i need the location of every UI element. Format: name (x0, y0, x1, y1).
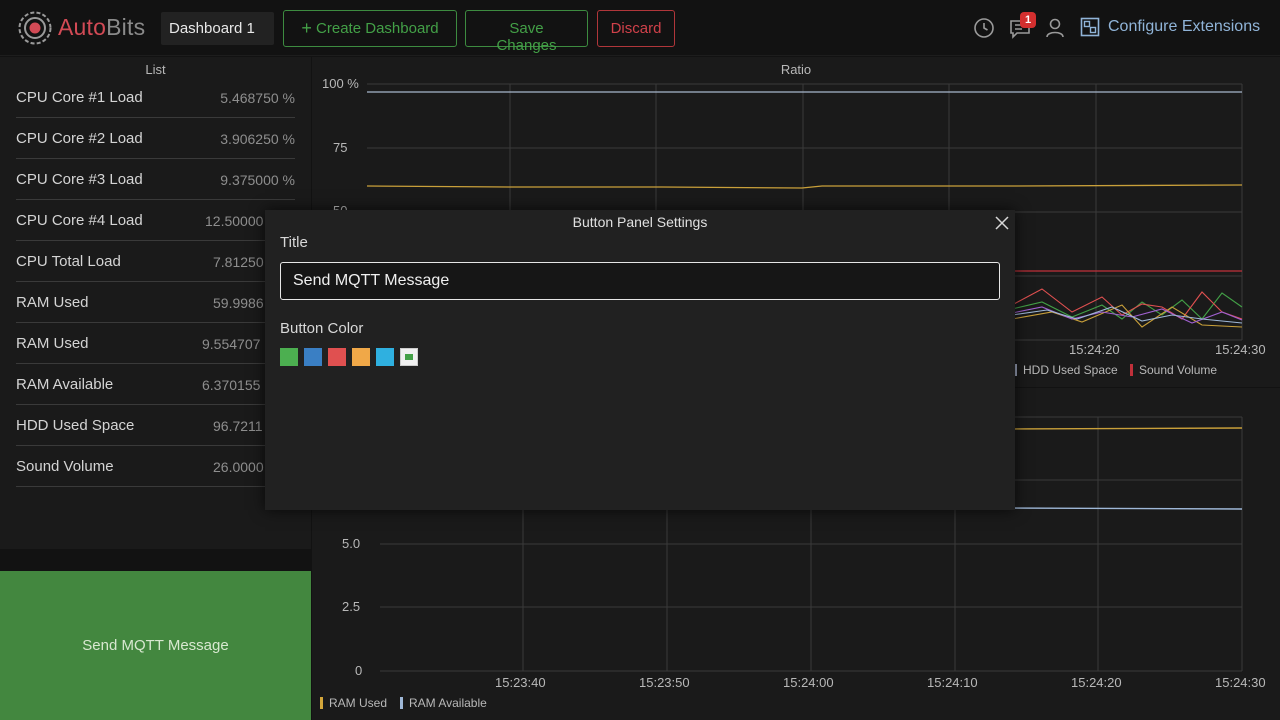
color-swatch-cyan[interactable] (376, 348, 394, 366)
list-item-value: 7.81250 (213, 254, 264, 270)
history-clock-icon[interactable] (973, 17, 995, 39)
color-swatch-green[interactable] (280, 348, 298, 366)
legend-color-mark (1130, 364, 1133, 376)
ratio-legend-item: Sound Volume (1130, 363, 1217, 377)
button-panel-settings-dialog: Button Panel Settings Title Button Color (265, 210, 1015, 510)
x-tick-label: 15:24:10 (927, 675, 978, 690)
list-item-label: HDD Used Space (16, 417, 135, 434)
x-tick-label: 15:24:20 (1071, 675, 1122, 690)
top-bar: AutoBits Dashboard 1 + Create Dashboard … (0, 0, 1280, 56)
dialog-title: Button Panel Settings (572, 214, 708, 230)
send-mqtt-button[interactable]: Send MQTT Message (0, 571, 311, 720)
ram-legend-item: RAM Available (400, 696, 487, 710)
create-dashboard-button[interactable]: + Create Dashboard (283, 10, 457, 47)
list-item: CPU Core #3 Load 9.375000 % (16, 159, 295, 200)
list-item-value: 59.9986 (213, 295, 264, 311)
list-item-label: RAM Used (16, 294, 89, 311)
ratio-legend-item: HDD Used Space (1014, 363, 1118, 377)
configure-extensions-button[interactable]: Configure Extensions (1080, 17, 1261, 37)
ram-legend-item: RAM Used (320, 696, 387, 710)
list-item: RAM Used 9.554707 (16, 323, 295, 364)
close-icon[interactable] (991, 212, 1013, 234)
list-item-value: 12.50000 (205, 213, 264, 229)
x-tick-label: 15:24:30 (1215, 342, 1266, 357)
list-item: CPU Total Load 7.81250 (16, 241, 295, 282)
create-dashboard-label: Create Dashboard (316, 20, 439, 37)
x-tick-label: 15:24:30 (1215, 675, 1266, 690)
list-item-label: RAM Used (16, 335, 89, 352)
title-field-label: Title (280, 234, 308, 251)
x-tick-label: 15:24:00 (783, 675, 834, 690)
list-item-value: 9.554707 (202, 336, 261, 352)
y-tick-label: 0 (355, 663, 362, 678)
save-changes-button[interactable]: Save Changes (465, 10, 588, 54)
discard-button[interactable]: Discard (597, 10, 675, 47)
configure-extensions-label: Configure Extensions (1108, 18, 1261, 35)
list-item-value: 9.375000 % (220, 172, 295, 188)
custom-color-picker-swatch[interactable] (400, 348, 418, 366)
color-swatch-blue[interactable] (304, 348, 322, 366)
x-tick-label: 15:23:40 (495, 675, 546, 690)
ram-used-ratio-line (366, 184, 1243, 189)
legend-color-mark (320, 697, 323, 709)
color-swatch-orange[interactable] (352, 348, 370, 366)
list-item-value: 3.906250 % (220, 131, 295, 147)
list-item-label: CPU Total Load (16, 253, 121, 270)
list-item-label: Sound Volume (16, 458, 114, 475)
brand-auto: Auto (58, 14, 107, 40)
brand-bits: Bits (106, 14, 146, 40)
send-mqtt-button-label: Send MQTT Message (82, 637, 229, 654)
app-brand: AutoBits (58, 14, 145, 41)
button-color-label: Button Color (280, 320, 364, 337)
legend-label: RAM Available (409, 696, 487, 710)
list-item-label: RAM Available (16, 376, 114, 393)
list-item-value: 26.0000 (213, 459, 264, 475)
list-item: RAM Used 59.9986 (16, 282, 295, 323)
y-tick-label: 75 (333, 140, 347, 155)
list-item: CPU Core #4 Load 12.50000 (16, 200, 295, 241)
list-item: CPU Core #2 Load 3.906250 % (16, 118, 295, 159)
list-item-label: CPU Core #3 Load (16, 171, 143, 188)
y-tick-label: 5.0 (342, 536, 360, 551)
list-item: Sound Volume 26.0000 (16, 446, 295, 487)
list-item-label: CPU Core #2 Load (16, 130, 143, 147)
list-item: CPU Core #1 Load 5.468750 % (16, 77, 295, 118)
title-input[interactable] (280, 262, 1000, 300)
notification-count-badge: 1 (1020, 12, 1036, 28)
list-item-value: 6.370155 (202, 377, 261, 393)
list-item: RAM Available 6.370155 (16, 364, 295, 405)
user-icon[interactable] (1044, 17, 1066, 39)
x-tick-label: 15:24:20 (1069, 342, 1120, 357)
plus-icon: + (301, 18, 312, 38)
list-panel-title: List (145, 62, 166, 77)
list-item-value: 96.7211 (213, 418, 263, 434)
app-root: AutoBits Dashboard 1 + Create Dashboard … (0, 0, 1280, 720)
legend-label: Sound Volume (1139, 363, 1218, 377)
extensions-icon (1080, 17, 1100, 37)
y-tick-label: 100 % (322, 76, 359, 91)
dashboard-selector[interactable]: Dashboard 1 (161, 12, 274, 45)
legend-label: RAM Used (329, 696, 388, 710)
y-tick-label: 2.5 (342, 599, 360, 614)
legend-label: HDD Used Space (1023, 363, 1118, 377)
list-item-label: CPU Core #4 Load (16, 212, 143, 229)
list-item-value: 5.468750 % (220, 90, 295, 106)
autobits-logo-icon (18, 11, 52, 45)
legend-color-mark (400, 697, 403, 709)
x-tick-label: 15:23:50 (639, 675, 690, 690)
color-swatch-red[interactable] (328, 348, 346, 366)
list-item: HDD Used Space 96.7211 (16, 405, 295, 446)
list-item-label: CPU Core #1 Load (16, 89, 143, 106)
